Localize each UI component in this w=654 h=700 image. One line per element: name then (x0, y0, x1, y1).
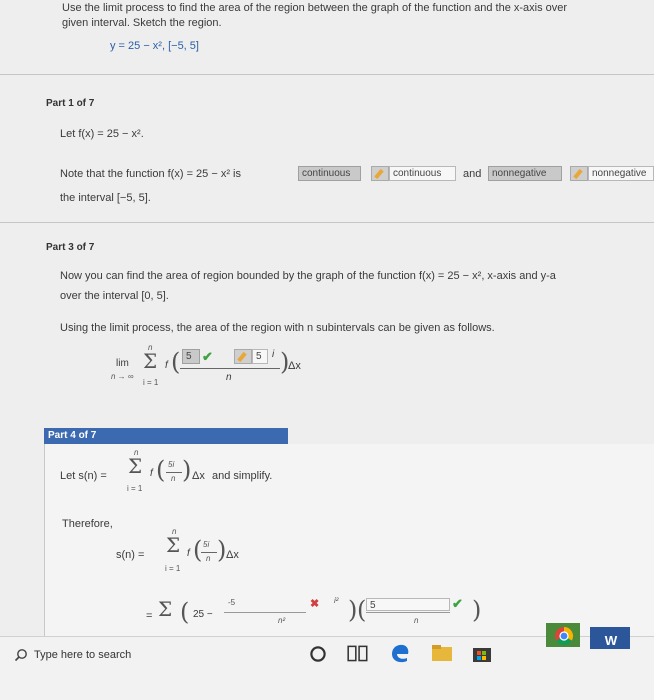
sigma-symbol: Σ (158, 597, 173, 621)
file-explorer-icon[interactable] (430, 642, 454, 664)
part3-feedback: 5 (252, 349, 268, 364)
denominator-n: n (226, 372, 232, 383)
part1-note-text: Note that the function f(x) = 25 − x² is (60, 168, 241, 180)
homework-page: Use the limit process to find the area o… (0, 0, 654, 636)
answer1-input[interactable]: continuous (298, 166, 361, 181)
part3-heading: Part 3 of 7 (46, 242, 95, 253)
part1-interval-text: the interval [−5, 5]. (60, 192, 151, 204)
divider (0, 74, 654, 75)
answer-a-field[interactable] (224, 612, 306, 613)
lim-subscript: n → ∞ (111, 372, 134, 381)
frac-numerator: 5i (168, 460, 175, 469)
answer2-input[interactable]: nonnegative (488, 166, 562, 181)
f-label: f (150, 468, 153, 479)
sigma-bottom: i = 1 (127, 484, 143, 493)
word-icon[interactable]: W (600, 629, 624, 651)
f-label: f (165, 360, 168, 371)
answer2-feedback: nonnegative (588, 166, 654, 181)
sigma-symbol: Σ (166, 533, 181, 557)
sigma-bottom: i = 1 (165, 564, 181, 573)
sigma-bottom: i = 1 (143, 378, 159, 387)
search-icon (14, 649, 27, 662)
function-statement: y = 25 − x², [−5, 5] (110, 40, 199, 52)
sigma-symbol: Σ (143, 349, 158, 373)
left-paren: ( (156, 456, 166, 484)
taskbar-search-box[interactable]: Type here to search (0, 637, 300, 673)
part3-answer-input[interactable]: 5 (182, 349, 200, 364)
exponent-i2: i² (334, 596, 339, 605)
store-icon[interactable] (470, 642, 494, 664)
part1-let-statement: Let f(x) = 25 − x². (60, 128, 144, 140)
answer-a-input[interactable]: -5 (228, 598, 235, 607)
check-icon: ✔ (452, 596, 463, 611)
question-prompt-line2: given interval. Sketch the region. (62, 17, 222, 29)
answer-b-input[interactable]: 5 (366, 598, 450, 611)
right-paren: ) (217, 536, 227, 564)
cross-icon: ✖ (310, 598, 320, 610)
answer-a-denominator: n² (278, 616, 286, 625)
delta-x: Δx (226, 549, 239, 561)
part3-line1: Now you can find the area of region boun… (60, 270, 556, 282)
left-paren: ( (193, 536, 203, 564)
right-paren: ) (472, 596, 482, 624)
task-view-icon[interactable] (346, 643, 370, 665)
part3-line2: over the interval [0, 5]. (60, 290, 169, 302)
left-paren: ( (357, 596, 367, 624)
frac-numerator: 5i (203, 540, 210, 549)
fraction-line (180, 368, 280, 369)
and-text: and (463, 168, 482, 180)
equals-sign: = (146, 610, 153, 622)
s-of-n: s(n) = (116, 549, 145, 561)
frac-denominator: n (206, 554, 211, 563)
chrome-icon[interactable] (552, 625, 576, 647)
part4-heading: Part 4 of 7 (48, 430, 97, 441)
pencil-icon (371, 166, 389, 181)
answer1-feedback: continuous (389, 166, 456, 181)
answer-b-denominator: n (414, 616, 419, 625)
const-25: 25 − (193, 609, 213, 620)
fraction-line (166, 472, 182, 473)
left-paren: ( (171, 348, 181, 376)
left-paren: ( (180, 598, 190, 626)
pencil-icon (234, 349, 252, 364)
fraction-line (201, 552, 217, 553)
part3-line3: Using the limit process, the area of the… (60, 322, 495, 334)
right-paren: ) (348, 596, 358, 624)
taskbar: Type here to search W (0, 623, 654, 700)
answer-b-field[interactable] (366, 612, 450, 613)
sigma-symbol: Σ (128, 454, 143, 478)
svg-text:W: W (605, 633, 618, 648)
divider (0, 222, 654, 223)
frac-denominator: n (171, 474, 176, 483)
cortana-circle-icon[interactable] (306, 643, 330, 665)
f-label: f (187, 548, 190, 559)
delta-x: Δx (192, 470, 205, 482)
and-simplify: and simplify. (212, 470, 273, 482)
i-label: i (272, 349, 275, 360)
part4-let-prefix: Let s(n) = (60, 470, 107, 482)
delta-x: Δx (288, 360, 301, 372)
edge-icon[interactable] (388, 642, 412, 664)
check-icon: ✔ (202, 349, 213, 364)
therefore-text: Therefore, (62, 518, 113, 530)
part1-heading: Part 1 of 7 (46, 98, 95, 109)
question-prompt-line1: Use the limit process to find the area o… (62, 2, 568, 14)
pencil-icon (570, 166, 588, 181)
lim-label: lim (116, 358, 129, 369)
search-placeholder: Type here to search (34, 649, 132, 661)
right-paren: ) (182, 456, 192, 484)
